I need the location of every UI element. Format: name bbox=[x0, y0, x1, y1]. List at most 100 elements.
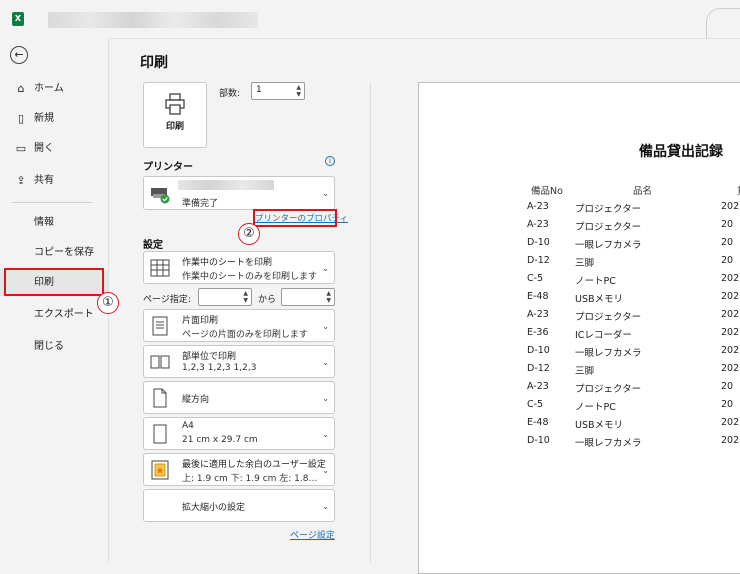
margins-icon bbox=[151, 460, 169, 480]
orientation-dropdown[interactable]: 縦方向 ⌄ bbox=[143, 381, 335, 414]
nav-item-export[interactable]: エクスポート bbox=[0, 302, 108, 328]
page-setup-link[interactable]: ページ設定 bbox=[290, 528, 335, 541]
paper-size-icon bbox=[153, 424, 167, 444]
sides-dropdown[interactable]: 片面印刷 ページの片面のみを印刷します ⌄ bbox=[143, 309, 335, 342]
setting-title: A4 bbox=[182, 421, 194, 431]
corner-decoration bbox=[706, 8, 740, 39]
chevron-down-icon: ⌄ bbox=[322, 189, 329, 198]
cell-item-no: A-23 bbox=[527, 381, 549, 392]
one-sided-icon bbox=[152, 316, 168, 336]
chevron-down-icon: ⌄ bbox=[322, 394, 329, 403]
cell-date: 202 bbox=[721, 363, 740, 374]
chevron-down-icon: ⌄ bbox=[322, 322, 329, 331]
cell-item-no: D-10 bbox=[527, 345, 550, 356]
scaling-dropdown[interactable]: 拡大縮小の設定 ⌄ bbox=[143, 489, 335, 522]
nav-item-new[interactable]: ▯ 新規 bbox=[0, 106, 108, 132]
info-icon[interactable]: i bbox=[325, 156, 335, 166]
copies-stepper[interactable]: 1 ▲ ▼ bbox=[251, 82, 305, 100]
cell-item-name: プロジェクター bbox=[575, 312, 642, 323]
cell-date: 202 bbox=[721, 291, 740, 302]
cell-item-name: 一眼レフカメラ bbox=[575, 240, 642, 251]
cell-item-no: C-5 bbox=[527, 399, 544, 410]
spin-arrows-icon[interactable]: ▲ ▼ bbox=[296, 84, 301, 98]
cell-date: 202 bbox=[721, 309, 740, 320]
paper-size-dropdown[interactable]: A4 21 cm x 29.7 cm ⌄ bbox=[143, 417, 335, 450]
nav-item-label: 閉じる bbox=[34, 341, 64, 352]
chevron-down-icon: ⌄ bbox=[322, 466, 329, 475]
cell-item-no: A-23 bbox=[527, 219, 549, 230]
spin-arrows-icon[interactable]: ▲ ▼ bbox=[326, 290, 331, 304]
cell-date: 202 bbox=[721, 327, 740, 338]
panel-divider bbox=[370, 82, 371, 562]
folder-icon: ▭ bbox=[15, 142, 27, 155]
nav-item-home[interactable]: ⌂ ホーム bbox=[0, 76, 108, 102]
excel-app-icon: X bbox=[12, 12, 24, 26]
chevron-down-icon: ⌄ bbox=[322, 502, 329, 511]
table-row: A-23 プロジェクター 20 bbox=[419, 219, 740, 237]
table-row: D-10 一眼レフカメラ 20 bbox=[419, 237, 740, 255]
nav-item-open[interactable]: ▭ 開く bbox=[0, 136, 108, 162]
setting-title: 部単位で印刷 bbox=[182, 352, 237, 362]
cell-item-name: 三脚 bbox=[575, 366, 595, 377]
sheet-grid-icon bbox=[150, 259, 170, 277]
setting-title: 片面印刷 bbox=[182, 316, 219, 326]
home-icon: ⌂ bbox=[17, 82, 25, 95]
cell-item-name: 一眼レフカメラ bbox=[575, 348, 642, 359]
cell-date: 20 bbox=[721, 219, 734, 230]
table-row: E-48 USBメモリ 202 bbox=[419, 291, 740, 309]
cell-date: 20 bbox=[721, 255, 734, 266]
pages-from-input[interactable]: ▲ ▼ bbox=[198, 288, 252, 306]
cell-item-no: C-5 bbox=[527, 273, 544, 284]
setting-description: 1,2,3 1,2,3 1,2,3 bbox=[182, 363, 257, 373]
cell-item-no: E-36 bbox=[527, 327, 549, 338]
nav-item-label: ホーム bbox=[34, 83, 64, 94]
spin-arrows-icon[interactable]: ▲ ▼ bbox=[243, 290, 248, 304]
pages-to-input[interactable]: ▲ ▼ bbox=[281, 288, 335, 306]
cell-item-name: ノートPC bbox=[575, 276, 616, 287]
page-title: 印刷 bbox=[140, 55, 168, 71]
cell-item-name: USBメモリ bbox=[575, 420, 624, 431]
cell-item-name: ノートPC bbox=[575, 402, 616, 413]
cell-date: 202 bbox=[721, 435, 740, 446]
table-row: D-12 三脚 20 bbox=[419, 255, 740, 273]
callout-1: ① bbox=[97, 292, 119, 314]
printer-icon bbox=[165, 93, 185, 115]
margins-dropdown[interactable]: 最後に適用した余白のユーザー設定 上: 1.9 cm 下: 1.9 cm 左: … bbox=[143, 453, 335, 486]
window-title-redacted bbox=[48, 12, 258, 28]
setting-title: 最後に適用した余白のユーザー設定 bbox=[182, 460, 326, 470]
setting-title: 拡大縮小の設定 bbox=[182, 503, 246, 513]
printer-device-icon bbox=[151, 188, 170, 204]
preview-header-item: 品名 bbox=[633, 186, 653, 197]
nav-item-close[interactable]: 閉じる bbox=[0, 334, 108, 360]
print-scope-dropdown[interactable]: 作業中のシートを印刷 作業中のシートのみを印刷します ⌄ bbox=[143, 251, 335, 284]
nav-item-share[interactable]: ⇪ 共有 bbox=[0, 168, 108, 194]
table-row: E-48 USBメモリ 202 bbox=[419, 417, 740, 435]
share-icon: ⇪ bbox=[16, 174, 26, 187]
nav-item-label: 情報 bbox=[34, 217, 54, 228]
nav-item-info[interactable]: 情報 bbox=[0, 210, 108, 236]
printer-status: 準備完了 bbox=[182, 199, 219, 209]
setting-description: ページの片面のみを印刷します bbox=[182, 330, 308, 340]
print-preview-page: 備品貸出記録 備品No 品名 貸 A-23プロジェクター202A-23プロジェク… bbox=[418, 82, 740, 574]
setting-title: 作業中のシートを印刷 bbox=[182, 258, 273, 268]
print-button[interactable]: 印刷 bbox=[143, 82, 207, 148]
copies-label: 部数: bbox=[219, 89, 241, 99]
collate-dropdown[interactable]: 部単位で印刷 1,2,3 1,2,3 1,2,3 ⌄ bbox=[143, 345, 335, 378]
printer-name-redacted bbox=[178, 180, 274, 190]
printer-section-title: プリンター bbox=[143, 162, 193, 173]
cell-date: 202 bbox=[721, 417, 740, 428]
cell-item-no: A-23 bbox=[527, 309, 549, 320]
nav-item-label: エクスポート bbox=[34, 309, 94, 320]
cell-date: 20 bbox=[721, 237, 734, 248]
back-arrow-icon[interactable]: ← bbox=[10, 46, 28, 64]
cell-item-no: D-10 bbox=[527, 237, 550, 248]
table-row: C-5 ノートPC 202 bbox=[419, 273, 740, 291]
table-row: A-23 プロジェクター 202 bbox=[419, 201, 740, 219]
nav-item-save-copy[interactable]: コピーを保存 bbox=[0, 240, 108, 266]
settings-section-title: 設定 bbox=[143, 240, 163, 251]
table-row: D-10 一眼レフカメラ 202 bbox=[419, 435, 740, 453]
pages-to-label: から bbox=[258, 295, 277, 305]
nav-item-label: 共有 bbox=[34, 175, 54, 186]
cell-date: 20 bbox=[721, 381, 734, 392]
collate-icon bbox=[150, 355, 170, 369]
